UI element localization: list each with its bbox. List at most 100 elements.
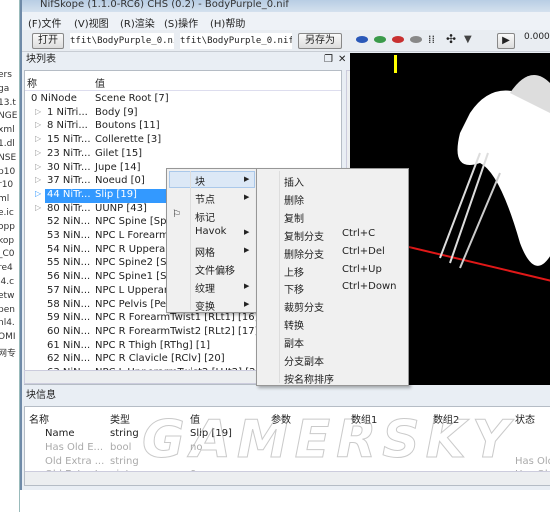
row-value: Noeud [0] — [95, 175, 145, 187]
submenu-item[interactable]: 复制 — [284, 210, 304, 225]
tree-row[interactable]: ▷ 23 NiTr... Gilet [15] — [25, 148, 325, 162]
expand-arrow-icon[interactable]: ▷ — [35, 134, 41, 143]
desktop-file-label[interactable]: kop — [0, 236, 14, 246]
menu-help[interactable]: (H)帮助 — [210, 15, 245, 30]
info-horizontal-scrollbar[interactable] — [25, 471, 550, 485]
column-header-value[interactable]: 值 — [95, 75, 105, 90]
blue-mesh-icon[interactable] — [356, 36, 368, 43]
submenu-item[interactable]: 复制分支 — [284, 228, 324, 243]
submenu-item[interactable]: 上移 — [284, 264, 304, 279]
submenu-item[interactable]: 转换 — [284, 317, 304, 332]
desktop-file-label[interactable]: e.ic — [0, 208, 14, 218]
desktop-file-label[interactable]: 1.dl — [0, 139, 15, 149]
row-value: NPC R Thigh [RThg] [1] — [95, 339, 211, 351]
row-value: NPC Pelvis [Pelv — [95, 298, 175, 310]
axes-icon[interactable]: ✣ — [446, 32, 456, 46]
green-mesh-icon[interactable] — [374, 36, 386, 43]
desktop-file-label[interactable]: xml — [0, 125, 15, 135]
float-icon[interactable]: ❐ — [324, 52, 333, 68]
submenu-item[interactable]: 删除 — [284, 192, 304, 207]
row-value: NPC R ForearmTwist2 [RLt2] [17] — [95, 325, 259, 337]
context-menu-item[interactable]: 变换 — [195, 298, 215, 313]
submenu-item[interactable]: 插入 — [284, 174, 304, 189]
submenu-item[interactable]: 下移 — [284, 281, 304, 296]
info-cell-name: Old Extra ... — [45, 455, 105, 467]
row-name: 8 NiTri... — [47, 120, 88, 132]
dropdown-icon[interactable]: ▼ — [464, 34, 472, 45]
info-column-header[interactable]: 值 — [190, 411, 200, 426]
menu-actions[interactable]: (S)操作 — [164, 15, 198, 30]
desktop-file-label[interactable]: pen — [0, 305, 15, 315]
desktop-file-label[interactable]: p10 — [0, 167, 15, 177]
desktop-file-label[interactable]: i4.c — [0, 277, 14, 287]
context-menu-item[interactable]: 标记 — [195, 209, 215, 224]
expand-arrow-icon[interactable]: ▷ — [35, 148, 41, 157]
context-menu-item[interactable]: 纹理 — [195, 280, 215, 295]
submenu-item[interactable]: 副本 — [284, 335, 304, 350]
tree-row[interactable]: ▷ 15 NiTr... Collerette [3] — [25, 134, 325, 148]
submenu-item[interactable]: 按名称排序 — [284, 371, 334, 386]
desktop-file-label[interactable]: NGE — [0, 111, 17, 121]
info-column-header[interactable]: 状态 — [515, 411, 535, 426]
tree-row[interactable]: 0 NiNode Scene Root [7] — [25, 93, 325, 107]
submenu-item[interactable]: 分支副本 — [284, 353, 324, 368]
context-menu-item[interactable]: 节点 — [195, 191, 215, 206]
expand-arrow-icon[interactable]: ▷ — [35, 162, 41, 171]
desktop-file-label[interactable]: opp — [0, 222, 15, 232]
block-info-table[interactable]: 名称 类型 值 参数 数组1 数组2 状态 Name string Slip [19] Has Ol… — [24, 406, 550, 486]
context-menu-item[interactable]: 文件偏移 — [195, 262, 235, 277]
info-column-header[interactable]: 数组1 — [351, 411, 377, 426]
footprints-icon[interactable]: ⁞⁞ — [428, 33, 435, 46]
column-header-name[interactable]: 称 — [27, 75, 37, 90]
desktop-file-label[interactable]: ml — [0, 194, 9, 204]
expand-arrow-icon[interactable]: ▷ — [35, 203, 41, 212]
row-value: Jupe [14] — [95, 161, 141, 173]
desktop-file-label[interactable]: etw — [0, 291, 14, 301]
menu-file[interactable]: (F)文件 — [28, 15, 62, 30]
tree-row[interactable]: ▷ 1 NiTri... Body [9] — [25, 107, 325, 121]
desktop-file-label[interactable]: _C0 — [0, 249, 15, 259]
block-list-title: 块列表 ❐ ✕ — [22, 52, 350, 68]
save-path-input[interactable]: tfit\BodyPurple_0.nif — [180, 33, 292, 49]
expand-arrow-icon[interactable]: ▷ — [35, 189, 41, 198]
expand-arrow-icon[interactable]: ▷ — [35, 120, 41, 129]
row-value: NPC L Forearm — [95, 230, 169, 241]
info-column-header[interactable]: 参数 — [271, 411, 291, 426]
desktop-file-label[interactable]: r10 — [0, 180, 13, 190]
desktop-file-label[interactable]: NSE — [0, 153, 16, 163]
row-name: 44 NiTr... — [47, 188, 91, 200]
load-path-input[interactable]: tfit\BodyPurple_0.nif — [70, 33, 174, 49]
info-column-header[interactable]: 名称 — [29, 411, 49, 426]
open-button[interactable]: 打开 — [32, 33, 64, 49]
desktop-file-strip: ers ga 13.t NGE xml 1.dl NSE p10 r10 ml e.ic opp kop… — [0, 0, 20, 512]
menu-render[interactable]: (R)渲染 — [120, 15, 155, 30]
desktop-file-label[interactable]: 网专 — [0, 346, 16, 359]
desktop-file-label[interactable]: re4 — [0, 263, 13, 273]
expand-arrow-icon[interactable]: ▷ — [35, 175, 41, 184]
info-column-header[interactable]: 类型 — [110, 411, 130, 426]
submenu-item[interactable]: 裁剪分支 — [284, 299, 324, 314]
submenu-item[interactable]: 删除分支 — [284, 246, 324, 261]
red-mesh-icon[interactable] — [392, 36, 404, 43]
info-column-header[interactable]: 数组2 — [433, 411, 459, 426]
save-as-button[interactable]: 另存为 — [298, 33, 342, 49]
submenu-arrow-icon: ▶ — [244, 228, 250, 237]
desktop-file-label[interactable]: ga — [0, 84, 9, 94]
expand-arrow-icon[interactable]: ▷ — [35, 107, 41, 116]
desktop-file-label[interactable]: OMI — [0, 332, 16, 342]
context-menu-item[interactable]: 网格 — [195, 244, 215, 259]
gray-mesh-icon[interactable] — [410, 36, 422, 43]
context-menu-item[interactable]: 块 — [195, 173, 205, 188]
context-menu-item[interactable]: Havok — [195, 226, 226, 237]
desktop-file-label[interactable]: 13.t — [0, 98, 16, 108]
tree-row[interactable]: ▷ 8 NiTri... Boutons [11] — [25, 120, 325, 134]
submenu-arrow-icon: ▶ — [244, 299, 250, 308]
desktop-file-label[interactable]: ers — [0, 70, 12, 80]
row-value: Slip [19] — [95, 188, 137, 200]
toolbar: 打开 tfit\BodyPurple_0.nif tfit\BodyPurple… — [22, 30, 550, 52]
desktop-file-label[interactable]: nl4. — [0, 318, 15, 328]
menu-view[interactable]: (V)视图 — [74, 15, 109, 30]
play-icon[interactable]: ▶ — [497, 33, 515, 49]
info-cell-name: Name — [45, 428, 75, 439]
close-icon[interactable]: ✕ — [338, 52, 346, 68]
